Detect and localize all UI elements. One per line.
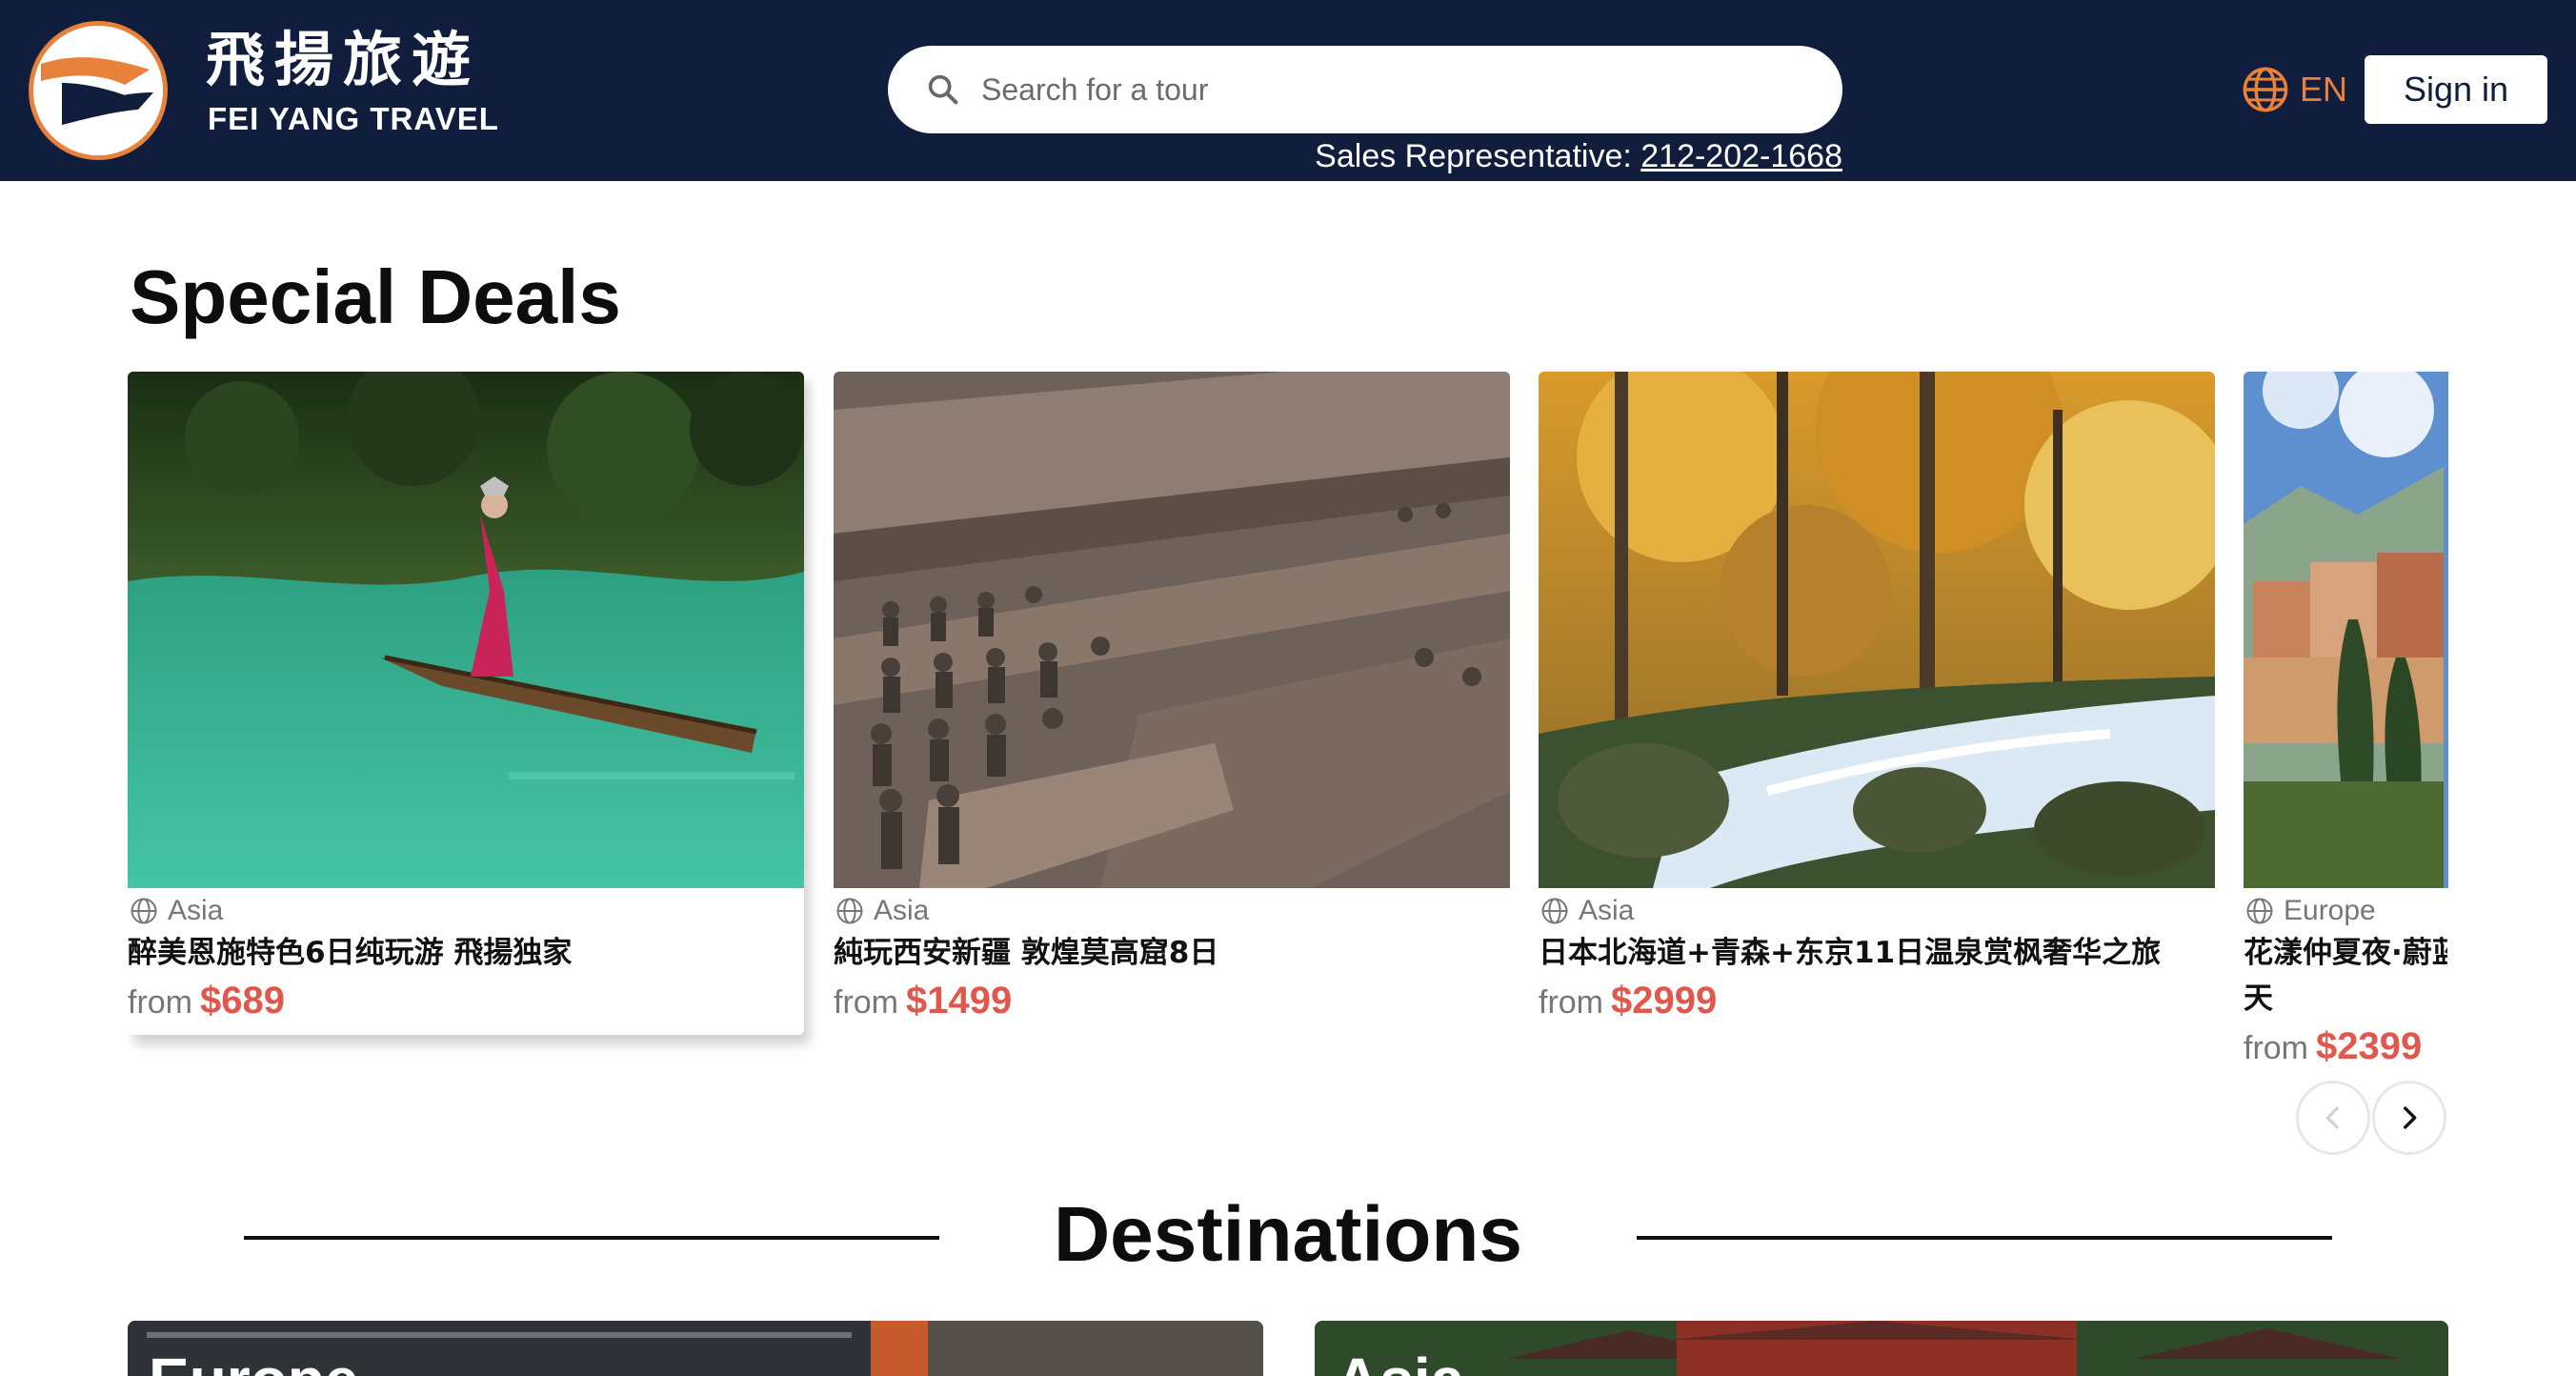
globe-icon xyxy=(2246,898,2273,924)
search-icon xyxy=(928,74,958,105)
deal-title[interactable]: 純玩西安新疆 敦煌莫高窟8日 xyxy=(834,930,1500,976)
price-from-label: from xyxy=(2244,1030,2308,1066)
deal-price: from $1499 xyxy=(834,980,1012,1029)
search-bar[interactable] xyxy=(888,46,1842,133)
price-value: $2399 xyxy=(2316,1025,2423,1067)
deal-region-label: Europe xyxy=(2284,895,2376,926)
destination-image xyxy=(1315,1321,2448,1376)
sales-representative: Sales Representative: 212-202-1668 xyxy=(1301,137,1842,175)
carousel-prev-button[interactable] xyxy=(2296,1081,2370,1155)
price-from-label: from xyxy=(1539,984,1603,1021)
price-value: $689 xyxy=(200,980,285,1022)
deal-region: Asia xyxy=(835,892,929,930)
deal-price: from $2999 xyxy=(1539,980,1717,1029)
deals-carousel: Asia 醉美恩施特色6日纯玩游 飛揚独家 from $689 Asia 純玩西… xyxy=(128,372,2448,1096)
destination-label: Asia xyxy=(1336,1349,1464,1376)
deal-region: Asia xyxy=(1540,892,1634,930)
special-deals-title: Special Deals xyxy=(130,254,621,339)
deal-region-label: Asia xyxy=(1579,895,1635,926)
deal-title[interactable]: 醉美恩施特色6日纯玩游 飛揚独家 xyxy=(128,930,795,976)
brand-logo[interactable] xyxy=(29,21,168,160)
deal-card[interactable]: Asia 純玩西安新疆 敦煌莫高窟8日 from $1499 xyxy=(834,372,1510,1039)
sales-phone-link[interactable]: 212-202-1668 xyxy=(1640,138,1842,174)
divider-right xyxy=(1637,1236,2332,1240)
destination-card-asia[interactable]: Asia xyxy=(1315,1321,2448,1376)
globe-icon xyxy=(131,898,157,924)
destination-card-europe[interactable]: Europe xyxy=(128,1321,1263,1376)
deal-title[interactable]: 花漾仲夏夜·蔚蓝海岸 xyxy=(2244,930,2447,976)
deal-image xyxy=(128,372,804,888)
sales-label: Sales Representative: xyxy=(1315,138,1641,174)
brand-name-cn: 飛揚旅遊 xyxy=(206,25,481,94)
logo-mark-icon xyxy=(33,26,163,155)
sign-in-button[interactable]: Sign in xyxy=(2365,55,2547,124)
globe-icon xyxy=(836,898,863,924)
deal-image xyxy=(2244,372,2448,888)
deal-image xyxy=(1539,372,2215,888)
brand-name-en: FEI YANG TRAVEL xyxy=(208,101,499,136)
chevron-left-icon xyxy=(2325,1106,2339,1129)
globe-icon xyxy=(1541,898,1568,924)
site-header: 飛揚旅遊 FEI YANG TRAVEL Sales Representativ… xyxy=(0,0,2576,181)
deal-price: from $2399 xyxy=(2244,1025,2422,1075)
deal-region: Asia xyxy=(130,892,223,930)
deal-image xyxy=(834,372,1510,888)
globe-icon xyxy=(2243,67,2288,112)
deal-region: Europe xyxy=(2245,892,2376,930)
deal-region-label: Asia xyxy=(168,895,224,926)
deal-card[interactable]: Europe 花漾仲夏夜·蔚蓝海岸 天 from $2399 xyxy=(2244,372,2448,1096)
deal-card[interactable]: Asia 醉美恩施特色6日纯玩游 飛揚独家 from $689 xyxy=(128,372,804,1035)
deal-title[interactable]: 日本北海道+青森+东京11日温泉赏枫奢华之旅 xyxy=(1539,930,2205,976)
carousel-next-button[interactable] xyxy=(2372,1081,2446,1155)
price-from-label: from xyxy=(128,984,192,1021)
destination-label: Europe xyxy=(149,1349,358,1376)
chevron-right-icon xyxy=(2404,1106,2417,1129)
search-input[interactable] xyxy=(981,46,1801,133)
price-from-label: from xyxy=(834,984,898,1021)
price-value: $2999 xyxy=(1611,980,1718,1022)
deal-region-label: Asia xyxy=(874,895,930,926)
language-selector[interactable]: EN xyxy=(2241,61,2347,118)
deal-title-line2: 天 xyxy=(2244,981,2273,1016)
deal-card[interactable]: Asia 日本北海道+青森+东京11日温泉赏枫奢华之旅 from $2999 xyxy=(1539,372,2215,1039)
deal-price: from $689 xyxy=(128,980,285,1029)
language-label: EN xyxy=(2300,70,2348,109)
destinations-title: Destinations xyxy=(1053,1191,1523,1278)
price-value: $1499 xyxy=(906,980,1013,1022)
